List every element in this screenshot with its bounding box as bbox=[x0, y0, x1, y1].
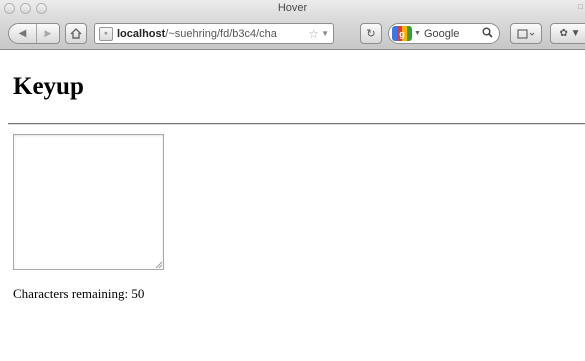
page-heading: Keyup bbox=[13, 73, 84, 100]
page-content: Keyup Characters remaining: 50 bbox=[0, 51, 585, 361]
url-dropdown-icon[interactable]: ▼ bbox=[321, 29, 329, 38]
back-icon: ◀ bbox=[18, 28, 27, 39]
horizontal-rule bbox=[8, 123, 585, 125]
window-title: Hover bbox=[277, 2, 308, 14]
url-host: localhost bbox=[117, 27, 166, 40]
reload-icon: ↻ bbox=[366, 28, 376, 40]
toolbar-toggle-icon[interactable]: □ bbox=[578, 2, 583, 11]
search-icon[interactable] bbox=[482, 27, 493, 38]
bookmarks-button[interactable] bbox=[510, 23, 542, 44]
site-icon: ⚬ bbox=[99, 26, 113, 41]
google-icon[interactable]: g bbox=[392, 26, 412, 41]
browser-toolbar: ◀ ▶ ⚬ localhost/~suehring/fd/b3c4/cha ☆ … bbox=[0, 17, 585, 50]
addon-button[interactable]: ✿ ▼ bbox=[550, 23, 585, 44]
nav-buttons: ◀ ▶ bbox=[8, 23, 60, 44]
forward-button[interactable]: ▶ bbox=[37, 24, 59, 43]
home-icon bbox=[70, 28, 82, 39]
characters-remaining-text: Characters remaining: 50 bbox=[13, 286, 145, 301]
url-path: /~suehring/fd/b3c4/cha bbox=[165, 27, 277, 40]
addon-icon: ✿ ▼ bbox=[559, 28, 581, 39]
home-button[interactable] bbox=[65, 23, 87, 44]
search-field[interactable]: g ▼ Google bbox=[388, 23, 500, 44]
engine-dropdown-icon[interactable]: ▼ bbox=[414, 30, 421, 37]
reload-button[interactable]: ↻ bbox=[360, 23, 382, 44]
address-bar[interactable]: ⚬ localhost/~suehring/fd/b3c4/cha ☆ ▼ bbox=[94, 23, 334, 44]
title-bar: Hover □ bbox=[0, 0, 585, 17]
text-input-area[interactable] bbox=[13, 134, 164, 270]
resize-grip-icon[interactable] bbox=[154, 260, 163, 269]
search-engine-label: Google bbox=[423, 27, 460, 40]
bookmarks-icon bbox=[517, 28, 535, 39]
forward-icon: ▶ bbox=[44, 28, 52, 38]
star-icon[interactable]: ☆ bbox=[308, 27, 319, 41]
back-button[interactable]: ◀ bbox=[9, 24, 37, 43]
browser-window: Hover □ ◀ ▶ ⚬ localhost/~suehring/fd/b3c… bbox=[0, 0, 585, 361]
